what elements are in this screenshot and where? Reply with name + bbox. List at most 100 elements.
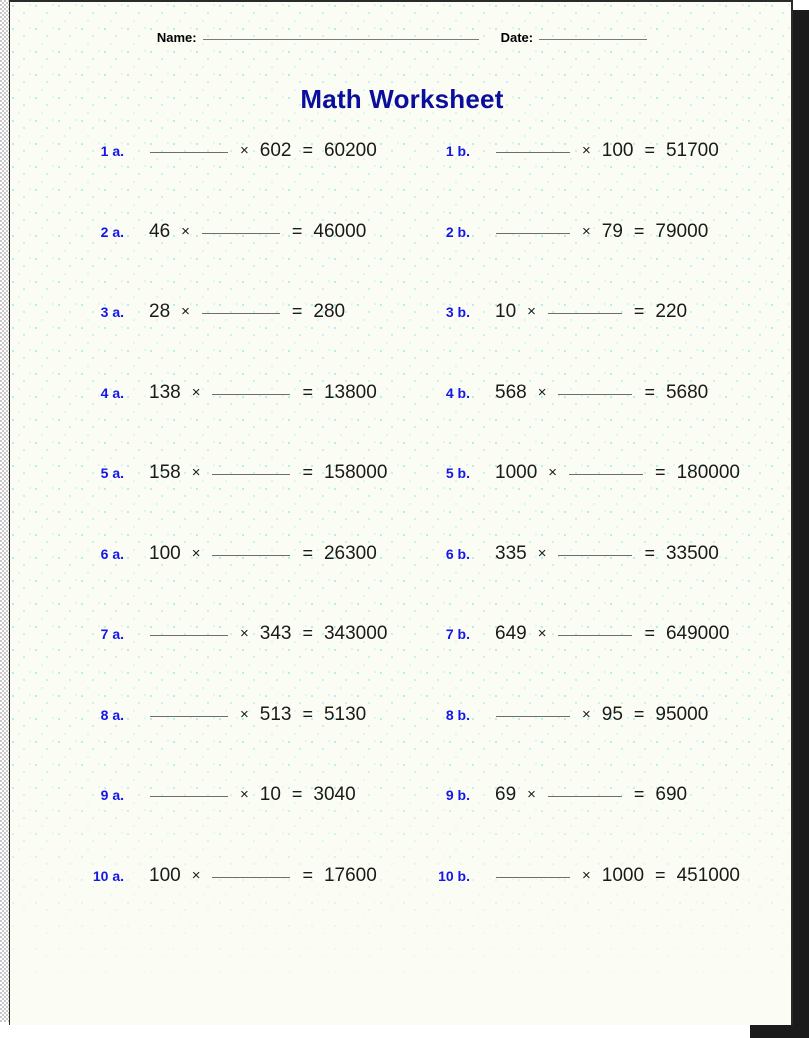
- date-label: Date:: [500, 30, 534, 45]
- problem-expression: × 602 = 60200: [144, 140, 382, 162]
- problem-grid: 1 a. × 602 = 60200 1 b. × 100 = 51700 2 a. 46 × = 4600…: [10, 140, 791, 945]
- factor-one: 10: [495, 301, 517, 322]
- product-value: 158000: [323, 462, 388, 483]
- problem-number: 1 b.: [445, 143, 470, 159]
- problem-expression: 649 × = 649000: [490, 623, 734, 645]
- multiply-operator: ×: [191, 866, 201, 884]
- name-date-row: Name: Date:: [10, 30, 791, 52]
- multiply-operator: ×: [181, 222, 190, 240]
- problem-cell: 7 b. 649 × = 649000: [424, 623, 734, 657]
- answer-blank[interactable]: [496, 876, 570, 878]
- product-value: 220: [655, 301, 688, 322]
- problem-cell: 10 b. × 1000 = 451000: [424, 865, 745, 899]
- problem-number: 10 b.: [438, 867, 470, 884]
- multiply-operator: ×: [191, 464, 201, 481]
- equals-operator: =: [644, 140, 655, 160]
- date-input-rule[interactable]: [539, 39, 648, 40]
- equals-operator: =: [644, 381, 655, 402]
- problem-row: 6 a. 100 × = 26300 6 b. 335 × = 33500: [10, 542, 791, 624]
- worksheet-screen: Name: Date: Math Worksheet 1 a. × 602 = 6020…: [0, 0, 809, 1038]
- problem-expression: 158 × = 158000: [144, 462, 392, 484]
- problem-cell: 1 a. × 602 = 60200: [78, 140, 382, 174]
- factor-one: 100: [149, 542, 181, 564]
- multiply-operator: ×: [582, 705, 591, 723]
- problem-number: 8 b.: [445, 706, 470, 723]
- problem-cell: 3 b. 10 × = 220: [424, 301, 692, 335]
- product-value: 17600: [323, 864, 377, 886]
- equals-operator: =: [655, 462, 666, 482]
- equals-operator: =: [302, 462, 313, 482]
- factor-two: 1000: [601, 864, 645, 886]
- problem-row: 9 a. × 10 = 3040 9 b. 69 × = 690: [10, 784, 791, 865]
- answer-blank[interactable]: [558, 393, 633, 395]
- equals-operator: =: [633, 220, 645, 241]
- problem-number: 3 b.: [445, 304, 470, 320]
- problem-expression: × 1000 = 451000: [490, 865, 745, 887]
- product-value: 79000: [655, 220, 709, 242]
- problem-number: 8 a.: [100, 706, 124, 723]
- name-input-rule[interactable]: [202, 39, 479, 40]
- problem-expression: 100 × = 17600: [144, 865, 382, 887]
- factor-two: 10: [259, 784, 281, 805]
- product-value: 46000: [313, 220, 367, 242]
- problem-expression: 1000 × = 180000: [490, 462, 745, 484]
- answer-blank[interactable]: [150, 635, 228, 636]
- answer-blank[interactable]: [569, 474, 644, 475]
- problem-cell: 3 a. 28 × = 280: [78, 301, 350, 335]
- problem-number: 4 a.: [100, 384, 124, 401]
- multiply-operator: ×: [240, 705, 249, 723]
- product-value: 690: [655, 784, 688, 805]
- problem-number: 2 b.: [445, 223, 470, 240]
- answer-blank[interactable]: [496, 232, 570, 234]
- answer-blank[interactable]: [558, 554, 633, 556]
- problem-expression: × 513 = 5130: [144, 704, 371, 726]
- answer-blank[interactable]: [212, 393, 291, 395]
- multiply-operator: ×: [582, 866, 591, 884]
- equals-operator: =: [633, 301, 645, 321]
- factor-two: 343: [259, 623, 292, 644]
- factor-two: 100: [601, 140, 634, 161]
- page-title: Math Worksheet: [300, 84, 504, 114]
- multiply-operator: ×: [240, 625, 249, 642]
- problem-row: 4 a. 138 × = 13800 4 b. 568 × = 5680: [10, 381, 791, 463]
- problem-cell: 5 a. 158 × = 158000: [78, 462, 392, 496]
- answer-blank[interactable]: [496, 152, 570, 153]
- answer-blank[interactable]: [201, 313, 280, 314]
- equals-operator: =: [302, 703, 313, 724]
- answer-blank[interactable]: [150, 715, 228, 717]
- factor-one: 138: [149, 381, 181, 403]
- problem-expression: × 100 = 51700: [490, 140, 724, 162]
- answer-blank[interactable]: [496, 715, 570, 717]
- answer-blank[interactable]: [212, 474, 291, 475]
- problem-expression: × 79 = 79000: [490, 221, 713, 243]
- factor-one: 568: [495, 381, 527, 403]
- multiply-operator: ×: [582, 142, 591, 159]
- problem-expression: 335 × = 33500: [490, 543, 724, 565]
- answer-blank[interactable]: [547, 796, 622, 797]
- multiply-operator: ×: [181, 303, 190, 320]
- problem-cell: 9 b. 69 × = 690: [424, 784, 692, 818]
- multiply-operator: ×: [527, 303, 536, 320]
- problem-expression: × 10 = 3040: [144, 784, 361, 806]
- equals-operator: =: [633, 703, 645, 724]
- factor-one: 69: [495, 784, 517, 805]
- answer-blank[interactable]: [558, 635, 633, 636]
- problem-cell: 2 a. 46 × = 46000: [78, 221, 371, 255]
- problem-number: 7 a.: [100, 626, 124, 642]
- problem-row: 3 a. 28 × = 280 3 b. 10 × = 220: [10, 301, 791, 382]
- problem-number: 6 b.: [445, 545, 470, 562]
- problem-cell: 8 b. × 95 = 95000: [424, 704, 713, 738]
- answer-blank[interactable]: [150, 796, 228, 797]
- equals-operator: =: [644, 542, 655, 563]
- product-value: 3040: [313, 784, 356, 805]
- answer-blank[interactable]: [547, 313, 622, 314]
- equals-operator: =: [291, 220, 303, 241]
- factor-one: 100: [149, 864, 181, 886]
- answer-blank[interactable]: [212, 876, 291, 878]
- answer-blank[interactable]: [201, 232, 280, 234]
- answer-blank[interactable]: [212, 554, 291, 556]
- problem-cell: 5 b. 1000 × = 180000: [424, 462, 745, 496]
- factor-one: 649: [495, 623, 527, 644]
- answer-blank[interactable]: [150, 152, 228, 153]
- multiply-operator: ×: [582, 222, 591, 240]
